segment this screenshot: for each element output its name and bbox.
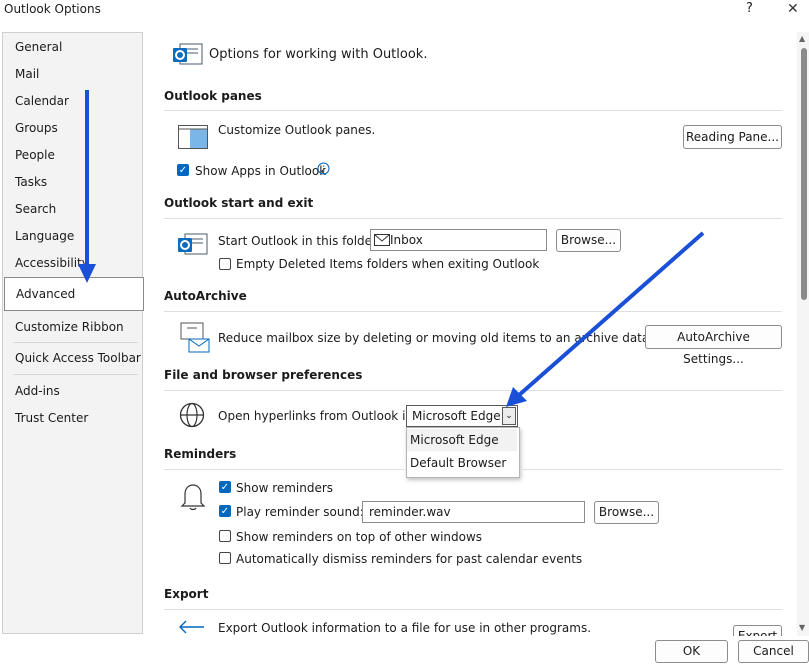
show-apps-checkbox[interactable]: ✓ xyxy=(177,164,189,176)
chevron-down-icon[interactable]: ⌄ xyxy=(502,407,516,425)
dropdown-option-default-browser[interactable]: Default Browser xyxy=(407,452,517,474)
sidebar-item-customize-ribbon[interactable]: Customize Ribbon xyxy=(15,320,124,334)
export-description: Export Outlook information to a file for… xyxy=(218,621,592,635)
browser-dropdown-list: Microsoft Edge Default Browser xyxy=(406,427,520,478)
button-label: OK xyxy=(682,644,701,658)
scrollbar-thumb[interactable] xyxy=(801,48,807,300)
sidebar-item-advanced[interactable]: Advanced xyxy=(4,277,144,311)
auto-dismiss-label: Automatically dismiss reminders for past… xyxy=(236,552,583,566)
sidebar-item-quick-access-toolbar[interactable]: Quick Access Toolbar xyxy=(15,351,141,365)
sidebar-item-accessibility[interactable]: Accessibility xyxy=(15,256,89,270)
section-title-outlook-panes: Outlook panes xyxy=(164,89,262,103)
reminder-sound-field[interactable]: reminder.wav xyxy=(362,501,585,523)
start-folder-field[interactable]: Inbox xyxy=(370,229,547,251)
auto-dismiss-checkbox[interactable] xyxy=(219,552,231,564)
sound-file-value: reminder.wav xyxy=(369,505,451,519)
browser-select-value: Microsoft Edge xyxy=(412,409,501,423)
button-label: Cancel xyxy=(753,644,794,658)
options-sidebar: General Mail Calendar Groups People Task… xyxy=(2,32,144,634)
dropdown-option-microsoft-edge[interactable]: Microsoft Edge xyxy=(407,429,517,451)
section-title-file-browser: File and browser preferences xyxy=(164,368,363,382)
sidebar-item-calendar[interactable]: Calendar xyxy=(15,94,69,108)
reminders-on-top-label: Show reminders on top of other windows xyxy=(236,530,483,544)
empty-deleted-checkbox[interactable] xyxy=(219,258,231,270)
hyperlinks-label: Open hyperlinks from Outlook in: xyxy=(218,409,418,423)
sidebar-item-tasks[interactable]: Tasks xyxy=(15,175,47,189)
section-divider xyxy=(164,609,782,610)
outlook-options-icon xyxy=(173,43,203,65)
section-title-autoarchive: AutoArchive xyxy=(164,289,247,303)
scroll-down-icon[interactable]: ▼ xyxy=(799,623,805,632)
arrow-left-icon xyxy=(179,620,204,634)
reading-pane-button[interactable]: Reading Pane... xyxy=(683,125,782,149)
show-apps-label: Show Apps in Outlook xyxy=(195,164,327,178)
section-divider xyxy=(520,469,782,470)
bell-icon xyxy=(180,484,206,511)
show-reminders-label: Show reminders xyxy=(236,481,334,495)
info-icon[interactable] xyxy=(317,162,330,175)
sidebar-item-search[interactable]: Search xyxy=(15,202,56,216)
section-divider xyxy=(164,469,404,470)
sidebar-item-groups[interactable]: Groups xyxy=(15,121,58,135)
button-label: Browse... xyxy=(598,505,655,519)
section-divider xyxy=(164,311,782,312)
section-title-reminders: Reminders xyxy=(164,447,237,461)
section-title-export: Export xyxy=(164,587,209,601)
pane-layout-icon xyxy=(178,125,208,149)
window-title: Outlook Options xyxy=(4,2,101,16)
header-text: Options for working with Outlook. xyxy=(209,47,428,62)
sidebar-item-label: Advanced xyxy=(16,287,76,301)
outlook-icon xyxy=(178,233,208,255)
show-reminders-checkbox[interactable]: ✓ xyxy=(219,481,231,493)
sidebar-divider xyxy=(13,342,138,343)
sidebar-item-mail[interactable]: Mail xyxy=(15,67,39,81)
globe-icon xyxy=(179,402,205,428)
section-divider xyxy=(164,110,782,111)
section-title-start-exit: Outlook start and exit xyxy=(164,196,314,210)
autoarchive-settings-button[interactable]: AutoArchive Settings... xyxy=(645,325,782,366)
ok-button[interactable]: OK xyxy=(655,640,728,663)
cancel-button[interactable]: Cancel xyxy=(738,640,809,663)
sidebar-item-language[interactable]: Language xyxy=(15,229,74,243)
scroll-up-icon[interactable]: ▲ xyxy=(799,34,805,43)
section-divider xyxy=(164,218,782,219)
sidebar-divider xyxy=(13,374,138,375)
sound-browse-button[interactable]: Browse... xyxy=(594,501,659,524)
autoarchive-description: Reduce mailbox size by deleting or movin… xyxy=(218,331,676,345)
start-folder-label: Start Outlook in this folder: xyxy=(218,234,381,248)
play-sound-label: Play reminder sound: xyxy=(236,505,364,519)
sidebar-item-general[interactable]: General xyxy=(15,40,62,54)
mail-envelope-icon xyxy=(374,234,390,246)
folder-value: Inbox xyxy=(390,233,423,247)
sidebar-item-trust-center[interactable]: Trust Center xyxy=(15,411,88,425)
button-label: Browse... xyxy=(560,233,617,247)
help-button[interactable]: ? xyxy=(746,1,753,16)
browser-select[interactable]: Microsoft Edge ⌄ xyxy=(406,405,518,427)
sidebar-item-people[interactable]: People xyxy=(15,148,55,162)
sidebar-item-add-ins[interactable]: Add-ins xyxy=(15,384,60,398)
reminders-on-top-checkbox[interactable] xyxy=(219,530,231,542)
panes-description: Customize Outlook panes. xyxy=(218,123,376,137)
close-button[interactable]: ✕ xyxy=(787,1,799,17)
section-divider xyxy=(164,390,782,391)
archive-box-icon xyxy=(180,322,210,353)
empty-deleted-label: Empty Deleted Items folders when exiting… xyxy=(236,257,540,271)
button-label: Reading Pane... xyxy=(685,130,779,144)
start-folder-browse-button[interactable]: Browse... xyxy=(556,229,621,252)
play-sound-checkbox[interactable]: ✓ xyxy=(219,505,231,517)
button-label: AutoArchive Settings... xyxy=(677,330,750,366)
